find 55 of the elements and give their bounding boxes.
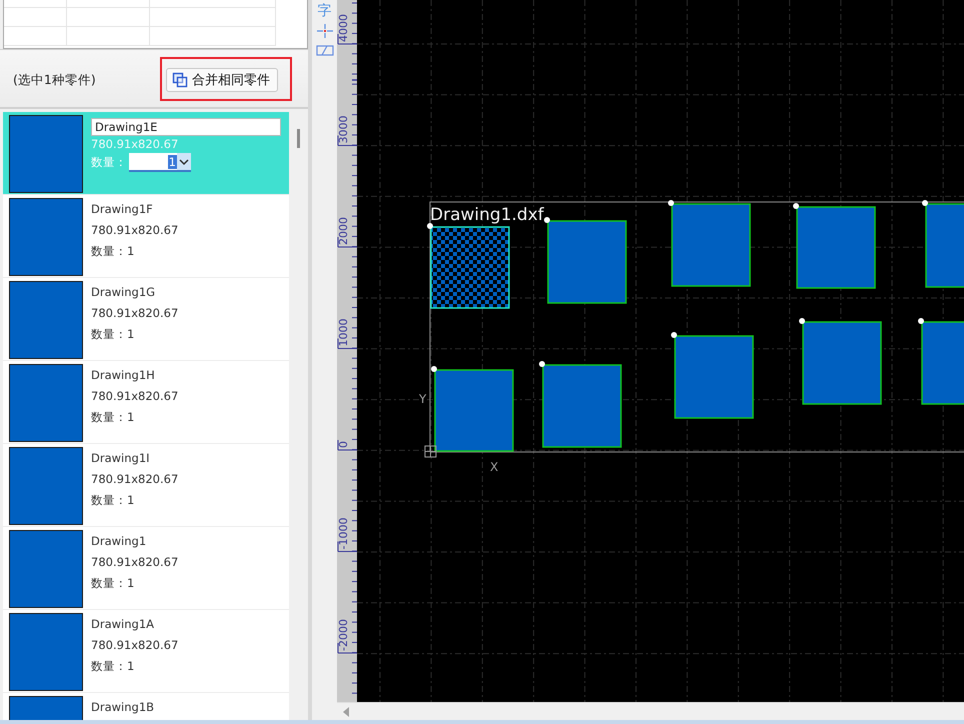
quantity-label: 数量： [91, 575, 127, 592]
part-size: 780.91x820.67 [91, 471, 178, 488]
quantity-value: 1 [127, 243, 134, 260]
quantity-label: 数量： [91, 243, 127, 260]
ruler-label: 4000 [337, 14, 350, 42]
axis-label: Y [419, 392, 426, 406]
part-list-item[interactable]: Drawing1B [3, 693, 289, 720]
chevron-icon [177, 153, 191, 170]
part-list-item[interactable]: Drawing1G 780.91x820.67 数量：1 [3, 278, 289, 361]
ruler-label: -1000 [337, 518, 350, 550]
ruler-label: 0 [337, 441, 350, 448]
part-name: Drawing1 [91, 533, 146, 550]
part-list-item[interactable]: Drawing1H 780.91x820.67 数量：1 [3, 361, 289, 444]
part-list-item[interactable]: Drawing1F 780.91x820.67 数量：1 [3, 195, 289, 278]
quantity-label: 数量： [91, 154, 127, 171]
part-name: Drawing1B [91, 699, 154, 716]
ruler-label: 1000 [337, 318, 350, 346]
part-size: 780.91x820.67 [91, 388, 178, 405]
quantity-value: 1 [127, 409, 134, 426]
quantity-value: 1 [127, 658, 134, 675]
ruler-label: -2000 [337, 619, 350, 651]
part-size: 780.91x820.67 [91, 554, 178, 571]
part-size: 780.91x820.67 [91, 222, 178, 239]
part-name: Drawing1I [91, 450, 150, 467]
part-name: Drawing1F [91, 201, 153, 218]
quantity-label: 数量： [91, 658, 127, 675]
ruler-label: 3000 [337, 116, 350, 144]
quantity-label: 数量： [91, 492, 127, 509]
part-list-item[interactable]: Drawing1E 780.91x820.67 数量： 1 [3, 112, 289, 195]
quantity-value: 1 [127, 575, 134, 592]
scroll-thumb[interactable] [297, 129, 300, 148]
name-field[interactable]: Drawing1E [91, 118, 281, 136]
quantity-dropdown[interactable]: 1 [129, 153, 191, 172]
axis-label: X [490, 460, 498, 474]
quantity-value: 1 [127, 326, 134, 343]
part-size: 780.91x820.67 [91, 637, 178, 654]
file-label: Drawing1.dxf [430, 205, 544, 225]
part-size: 780.91x820.67 [91, 136, 178, 152]
quantity-label: 数量： [91, 409, 127, 426]
part-name: Drawing1H [91, 367, 155, 384]
part-list-item[interactable]: Drawing1 780.91x820.67 数量：1 [3, 527, 289, 610]
part-list-item[interactable]: Drawing1A 780.91x820.67 数量：1 [3, 610, 289, 693]
ruler-label: 2000 [337, 217, 350, 245]
crosshair-icon[interactable] [316, 23, 334, 39]
scroll-left-icon[interactable] [342, 706, 350, 716]
overlap-squares-icon [172, 72, 188, 88]
part-size: 780.91x820.67 [91, 305, 178, 322]
quantity-value: 1 [127, 492, 134, 509]
part-name: Drawing1A [91, 616, 154, 633]
selection-count: (选中1种零件) [13, 72, 96, 89]
part-list-item[interactable]: Drawing1I 780.91x820.67 数量：1 [3, 444, 289, 527]
part-name: Drawing1G [91, 284, 156, 301]
origin-icon [424, 446, 436, 458]
quantity-label: 数量： [91, 326, 127, 343]
merge-parts-button[interactable]: 合并相同零件 [166, 68, 278, 92]
